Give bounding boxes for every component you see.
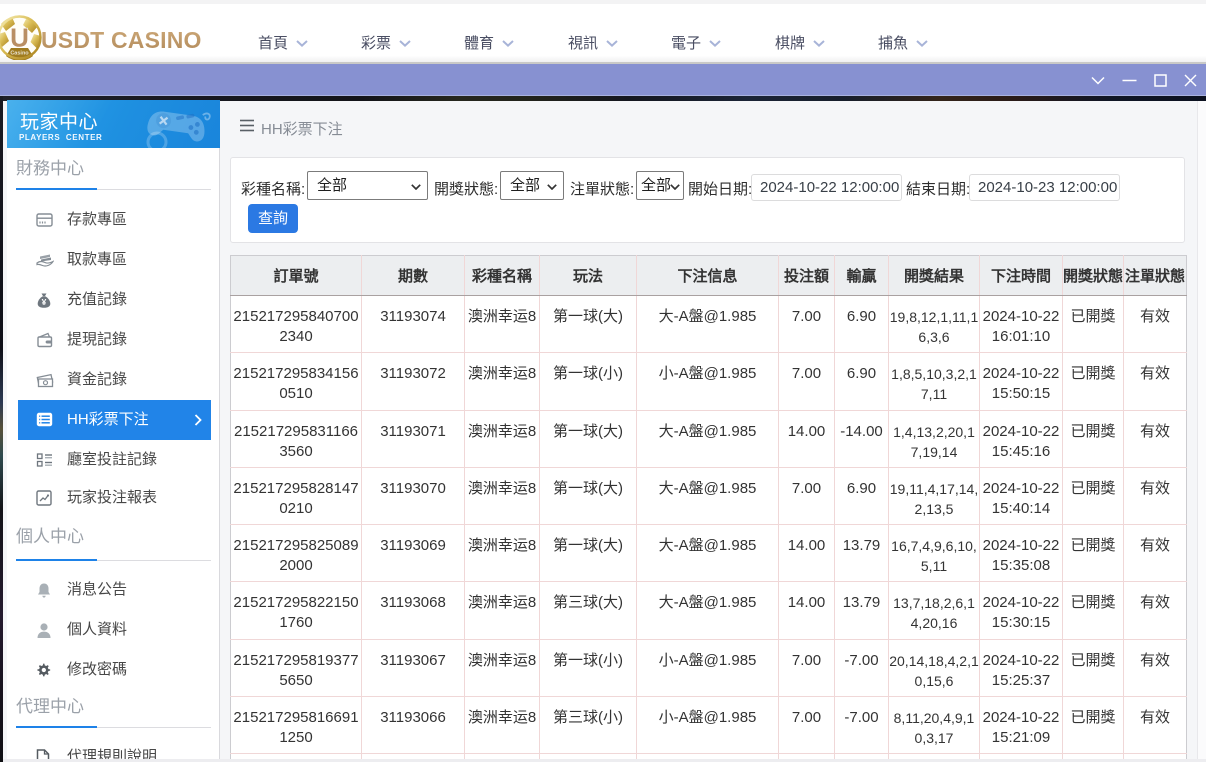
svg-text:Casino: Casino [10, 51, 29, 57]
svg-text:¥: ¥ [42, 297, 47, 307]
svg-text:U: U [10, 23, 29, 53]
